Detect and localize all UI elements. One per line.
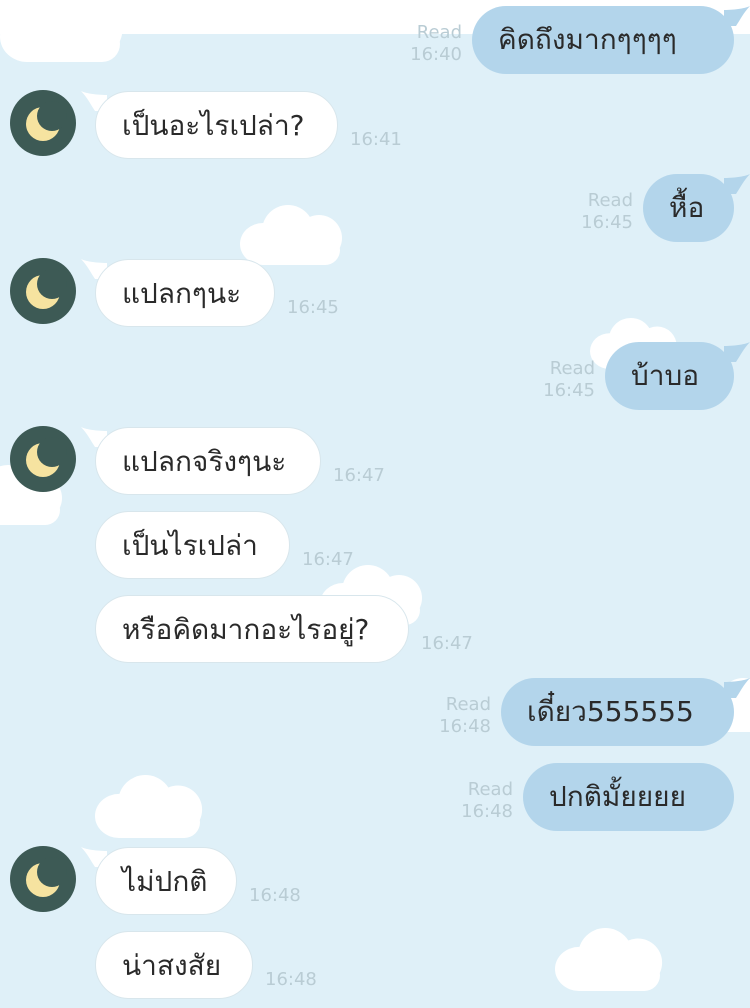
message-meta: Read 16:48	[391, 694, 491, 738]
message-time: 16:47	[421, 633, 473, 654]
read-receipt: Read	[416, 22, 462, 43]
message-bubble[interactable]: หื้อ	[643, 174, 734, 242]
contact-avatar[interactable]	[10, 258, 76, 324]
read-receipt: Read	[587, 190, 633, 211]
read-receipt: Read	[467, 779, 513, 800]
message-time: 16:48	[249, 885, 301, 906]
message-time: 16:40	[410, 44, 462, 65]
bubble-tail	[724, 678, 750, 698]
cloud-icon	[95, 775, 211, 838]
message-bubble[interactable]: หรือคิดมากอะไรอยู่?	[95, 595, 409, 663]
bubble-tail	[724, 342, 750, 362]
crescent-moon-icon	[26, 857, 67, 897]
message-meta: 16:47	[333, 465, 385, 487]
bubble-tail	[724, 174, 750, 194]
message-time: 16:48	[439, 716, 491, 737]
message-time: 16:48	[265, 969, 317, 990]
message-time: 16:41	[350, 129, 402, 150]
chat-area[interactable]: คิดถึงมากๆๆๆๆ Read 16:40 เป็นอะไรเปล่า? 16:4…	[0, 0, 750, 1008]
message-meta: 16:48	[265, 969, 317, 991]
message-time: 16:45	[581, 212, 633, 233]
message-meta: 16:45	[287, 297, 339, 319]
message-bubble[interactable]: คิดถึงมากๆๆๆๆ	[472, 6, 734, 74]
message-bubble[interactable]: เป็นอะไรเปล่า?	[95, 91, 338, 159]
message-meta: Read 16:48	[413, 779, 513, 823]
message-time: 16:47	[333, 465, 385, 486]
message-time: 16:45	[287, 297, 339, 318]
read-receipt: Read	[549, 358, 595, 379]
message-bubble[interactable]: บ้าบอ	[605, 342, 734, 410]
crescent-moon-icon	[26, 101, 67, 141]
message-meta: 16:47	[302, 549, 354, 571]
cloud-icon	[0, 0, 132, 63]
message-meta: 16:41	[350, 129, 402, 151]
message-meta: 16:47	[421, 633, 473, 655]
cloud-icon	[240, 205, 350, 265]
message-meta: Read 16:40	[362, 22, 462, 66]
message-bubble[interactable]: เป็นไรเปล่า	[95, 511, 290, 579]
message-bubble[interactable]: แปลกๆนะ	[95, 259, 275, 327]
crescent-moon-icon	[26, 437, 67, 477]
contact-avatar[interactable]	[10, 846, 76, 912]
message-time: 16:47	[302, 549, 354, 570]
message-bubble[interactable]: ไม่ปกติ	[95, 847, 237, 915]
message-bubble[interactable]: เดี๋ยว555555	[501, 678, 734, 746]
message-time: 16:48	[461, 801, 513, 822]
cloud-icon	[555, 928, 671, 991]
contact-avatar[interactable]	[10, 426, 76, 492]
message-bubble[interactable]: แปลกจริงๆนะ	[95, 427, 321, 495]
message-meta: 16:48	[249, 885, 301, 907]
message-bubble[interactable]: น่าสงสัย	[95, 931, 253, 999]
message-time: 16:45	[543, 380, 595, 401]
message-meta: Read 16:45	[495, 358, 595, 402]
bubble-tail	[724, 6, 750, 26]
crescent-moon-icon	[26, 269, 67, 309]
read-receipt: Read	[445, 694, 491, 715]
contact-avatar[interactable]	[10, 90, 76, 156]
message-meta: Read 16:45	[533, 190, 633, 234]
message-bubble[interactable]: ปกติมั้ยยยย	[523, 763, 734, 831]
